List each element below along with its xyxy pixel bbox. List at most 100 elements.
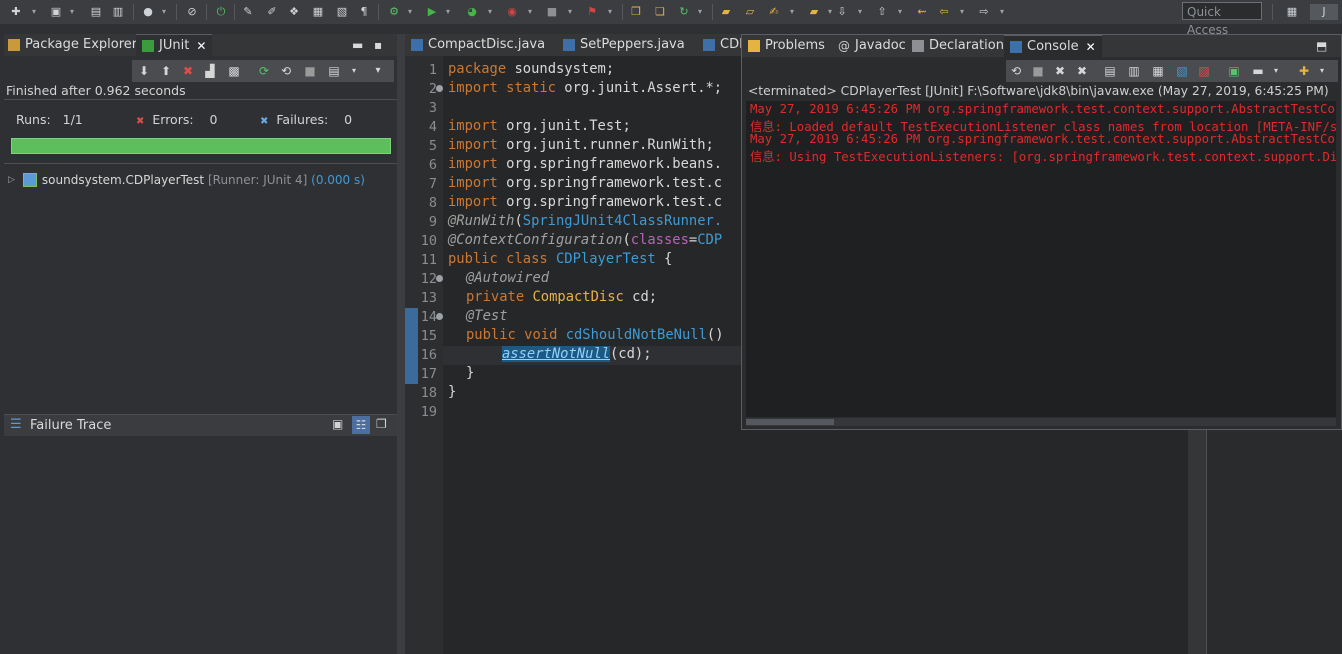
display-console-dropdown-icon[interactable]: ▾ [1268, 63, 1284, 79]
open-task-icon[interactable]: ▦ [310, 4, 326, 20]
remove-launch-icon[interactable]: ✖ [1052, 63, 1068, 79]
show-failures-only-icon[interactable]: ✖ [180, 63, 196, 79]
new-package-icon[interactable]: ▣ [48, 4, 64, 20]
folder-icon[interactable]: ▱ [742, 4, 758, 20]
run-icon[interactable]: ▶ [424, 4, 440, 20]
show-whitespace-icon[interactable]: ¶ [356, 4, 372, 20]
expand-arrow-icon[interactable]: ▷ [8, 175, 15, 185]
filter-stack-icon[interactable]: ▣ [332, 417, 343, 431]
word-wrap-icon[interactable]: ▦ [1150, 63, 1166, 79]
perspective-dropdown-icon[interactable]: ▾ [160, 4, 168, 20]
external-tools-icon[interactable]: ◉ [504, 4, 520, 20]
stop-icon[interactable]: ■ [544, 4, 560, 20]
relaunch-icon[interactable]: ⟲ [1008, 63, 1024, 79]
external-tools-dropdown-icon[interactable]: ▾ [526, 4, 534, 20]
forward-dropdown-icon[interactable]: ▾ [998, 4, 1006, 20]
new-package-dropdown-icon[interactable]: ▾ [68, 4, 76, 20]
rerun-failures-first-icon[interactable]: ⟲ [278, 63, 294, 79]
fold-icon[interactable] [436, 85, 443, 92]
scroll-lock-icon[interactable]: ▟ [202, 63, 218, 79]
java-ee-perspective-icon[interactable]: ▦ [1284, 4, 1300, 20]
next-annotation-dropdown-icon[interactable]: ▾ [856, 4, 864, 20]
copy-trace-icon[interactable]: ❐ [376, 417, 387, 431]
perspective-icon[interactable]: ● [140, 4, 156, 20]
open-console-dropdown-icon[interactable]: ▾ [1314, 63, 1330, 79]
run-dropdown-icon[interactable]: ▾ [444, 4, 452, 20]
tab-javadoc[interactable]: @ Javadoc [838, 35, 906, 57]
open-resource-icon[interactable]: ▰ [806, 4, 822, 20]
last-edit-icon[interactable]: ⇜ [914, 4, 930, 20]
panel-splitter[interactable] [397, 34, 405, 654]
scroll-lock-icon[interactable]: ▥ [1126, 63, 1142, 79]
new-class-icon[interactable]: ❏ [652, 4, 668, 20]
new-icon[interactable]: ✚ [8, 4, 24, 20]
prev-annotation-dropdown-icon[interactable]: ▾ [896, 4, 904, 20]
console-output[interactable]: May 27, 2019 6:45:26 PM org.springframew… [746, 101, 1336, 417]
power-icon[interactable]: ⏻ [213, 4, 229, 20]
back-icon[interactable]: ⇦ [936, 4, 952, 20]
debug-icon[interactable]: ⚙ [386, 4, 402, 20]
new-java-project-icon[interactable]: ❐ [628, 4, 644, 20]
refresh-icon[interactable]: ↻ [676, 4, 692, 20]
server-dropdown-icon[interactable]: ▾ [606, 4, 614, 20]
open-type-icon[interactable]: ❖ [286, 4, 302, 20]
tab-console[interactable]: Console ✕ [1004, 35, 1102, 58]
java-perspective-icon[interactable]: J [1310, 4, 1338, 20]
brush-icon[interactable]: ✍ [766, 4, 782, 20]
remove-all-terminated-icon[interactable]: ✖ [1074, 63, 1090, 79]
next-annotation-icon[interactable]: ⇩ [834, 4, 850, 20]
display-console-icon[interactable]: ▬ [1250, 63, 1266, 79]
save-all-icon[interactable]: ▥ [110, 4, 126, 20]
toggle-mark-icon[interactable]: ✎ [240, 4, 256, 20]
debug-dropdown-icon[interactable]: ▾ [406, 4, 414, 20]
close-icon[interactable]: ✕ [196, 35, 206, 57]
tab-setpeppers[interactable]: SetPeppers.java [563, 34, 685, 56]
tab-package-explorer[interactable]: Package Explorer [8, 34, 137, 56]
previous-failure-icon[interactable]: ⬆ [158, 63, 174, 79]
new-dropdown-icon[interactable]: ▾ [30, 4, 38, 20]
stop-dropdown-icon[interactable]: ▾ [566, 4, 574, 20]
maximize-icon[interactable]: ▪ [374, 34, 382, 56]
prev-annotation-icon[interactable]: ⇧ [874, 4, 890, 20]
compare-results-icon[interactable]: ☷ [352, 416, 370, 434]
stop-run-icon[interactable]: ■ [302, 63, 318, 79]
close-icon[interactable]: ✕ [1086, 36, 1096, 58]
brush-dropdown-icon[interactable]: ▾ [788, 4, 796, 20]
horizontal-scrollbar[interactable] [746, 418, 1336, 426]
scrollbar-thumb[interactable] [746, 419, 834, 425]
open-console-icon[interactable]: ✚ [1296, 63, 1312, 79]
history-dropdown-icon[interactable]: ▾ [346, 63, 362, 79]
tab-compactdisc[interactable]: CompactDisc.java [411, 34, 545, 56]
minimize-icon[interactable]: ▬ [352, 34, 363, 56]
tab-declaration[interactable]: Declaration [912, 35, 1004, 57]
back-dropdown-icon[interactable]: ▾ [958, 4, 966, 20]
fold-icon[interactable] [436, 275, 443, 282]
save-icon[interactable]: ▤ [88, 4, 104, 20]
clear-console-icon[interactable]: ▤ [1102, 63, 1118, 79]
test-tree-item[interactable]: ▷ soundsystem.CDPlayerTest [Runner: JUni… [8, 172, 365, 188]
search-file-icon[interactable]: ▧ [334, 4, 350, 20]
restore-icon[interactable]: ⬒ [1316, 35, 1327, 57]
show-on-error-icon[interactable]: ▨ [1196, 63, 1212, 79]
forward-icon[interactable]: ⇨ [976, 4, 992, 20]
next-failure-icon[interactable]: ⬇ [136, 63, 152, 79]
test-run-history-icon[interactable]: ▤ [326, 63, 342, 79]
pen-icon[interactable]: ✐ [264, 4, 280, 20]
pin-console-icon[interactable]: ▣ [1226, 63, 1242, 79]
tab-problems[interactable]: Problems [748, 35, 825, 57]
fold-icon[interactable] [436, 313, 443, 320]
quick-access-input[interactable]: Quick Access [1182, 2, 1262, 37]
history-icon[interactable]: ▩ [226, 63, 242, 79]
coverage-dropdown-icon[interactable]: ▾ [486, 4, 494, 20]
skip-breakpoints-icon[interactable]: ⊘ [184, 4, 200, 20]
open-resource-dropdown-icon[interactable]: ▾ [826, 4, 834, 20]
rerun-test-icon[interactable]: ⟳ [256, 63, 272, 79]
show-on-output-icon[interactable]: ▧ [1174, 63, 1190, 79]
open-folder-icon[interactable]: ▰ [718, 4, 734, 20]
view-menu-icon[interactable]: ▾ [370, 63, 386, 79]
coverage-icon[interactable]: ◕ [464, 4, 480, 20]
tab-junit[interactable]: JUnit ✕ [136, 34, 213, 57]
terminate-icon[interactable]: ■ [1030, 63, 1046, 79]
server-icon[interactable]: ⚑ [584, 4, 600, 20]
refresh-dropdown-icon[interactable]: ▾ [696, 4, 704, 20]
